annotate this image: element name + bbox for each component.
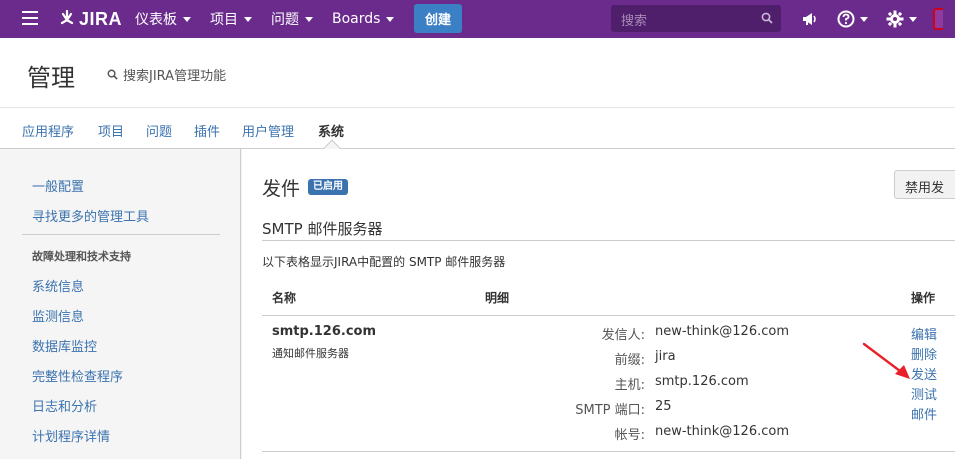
detail-value-port: 25 (655, 399, 672, 414)
detail-value-host: smtp.126.com (655, 374, 749, 389)
menu-boards[interactable]: Boards (332, 0, 395, 38)
search-icon (107, 69, 118, 80)
detail-label-prefix: 前缀: (614, 353, 645, 368)
disable-outgoing-mail-button[interactable]: 禁用发 (894, 170, 955, 199)
settings-menu-button[interactable] (886, 9, 917, 29)
jira-logo-icon (60, 10, 74, 25)
detail-label-host: 主机: (614, 378, 645, 393)
sidebar-item-integrity-checker[interactable]: 完整性检查程序 (32, 366, 123, 385)
tab-projects[interactable]: 项目 (98, 121, 124, 140)
admin-search-label: 搜索JIRA管理功能 (123, 69, 227, 84)
menu-projects[interactable]: 项目 (210, 0, 252, 38)
sidebar-item-system-info[interactable]: 系统信息 (32, 276, 84, 295)
megaphone-icon (803, 13, 816, 25)
chevron-down-icon (860, 16, 868, 22)
table-header: 名称 明细 操作 (262, 280, 955, 316)
detail-value-prefix: jira (655, 349, 676, 364)
detail-label-port: SMTP 端口: (575, 403, 645, 418)
sidebar-item-database-monitoring[interactable]: 数据库监控 (32, 336, 97, 355)
status-badge: 已启用 (308, 179, 348, 195)
logo-text: JIRA (79, 8, 123, 29)
sidebar-item-find-more-admin-tools[interactable]: 寻找更多的管理工具 (32, 206, 149, 225)
menu-label: 仪表板 (135, 12, 177, 28)
jira-logo[interactable]: JIRA (58, 8, 122, 30)
menu-icon[interactable] (22, 11, 38, 25)
annotation-arrow-icon (862, 342, 910, 379)
server-description: 通知邮件服务器 (272, 347, 349, 360)
main-content: 发件 已启用 禁用发 SMTP 邮件服务器 以下表格显示JIRA中配置的 SMT… (242, 149, 955, 459)
create-button[interactable]: 创建 (414, 4, 462, 33)
chevron-down-icon (386, 16, 395, 22)
menu-label: Boards (332, 11, 381, 27)
user-avatar[interactable] (933, 8, 943, 30)
tab-user-management[interactable]: 用户管理 (242, 121, 294, 140)
gear-icon (886, 10, 904, 28)
tab-applications[interactable]: 应用程序 (22, 121, 74, 140)
feedback-button[interactable] (801, 9, 819, 29)
sidebar-item-instrumentation[interactable]: 监测信息 (32, 306, 84, 325)
admin-search-link[interactable]: 搜索JIRA管理功能 (107, 65, 226, 84)
chevron-down-icon (244, 16, 252, 22)
menu-label: 问题 (271, 12, 299, 28)
detail-value-username: new-think@126.com (655, 424, 789, 439)
tab-issues[interactable]: 问题 (146, 121, 172, 140)
detail-label-from: 发信人: (601, 328, 645, 343)
detail-label-username: 帐号: (614, 428, 645, 443)
tab-system[interactable]: 系统 (318, 121, 344, 140)
send-test-email-link-line3[interactable]: 邮件 (911, 404, 937, 423)
top-navigation-bar: JIRA 仪表板 项目 问题 Boards 创建 搜索 (0, 0, 955, 38)
search-icon (761, 12, 773, 24)
admin-header: 管理 搜索JIRA管理功能 (0, 38, 955, 108)
column-header-actions: 操作 (911, 291, 936, 305)
server-name: smtp.126.com (272, 324, 376, 339)
detail-value-from: new-think@126.com (655, 324, 789, 339)
column-header-details: 明细 (485, 291, 510, 305)
help-menu-button[interactable] (837, 9, 868, 29)
section-divider (262, 240, 955, 241)
page-title: 管理 (27, 64, 75, 92)
chevron-down-icon (305, 16, 313, 22)
search-placeholder: 搜索 (621, 14, 648, 29)
table-row: smtp.126.com 通知邮件服务器 发信人: new-think@126.… (262, 317, 955, 452)
outgoing-mail-title: 发件 (262, 178, 301, 200)
section-title: SMTP 邮件服务器 (262, 220, 383, 238)
sidebar-item-general-configuration[interactable]: 一般配置 (32, 176, 84, 195)
menu-issues[interactable]: 问题 (271, 0, 313, 38)
section-description: 以下表格显示JIRA中配置的 SMTP 邮件服务器 (262, 255, 506, 269)
chevron-down-icon (909, 16, 917, 22)
sidebar-item-logging-profiling[interactable]: 日志和分析 (32, 396, 97, 415)
menu-dashboards[interactable]: 仪表板 (135, 0, 191, 38)
admin-tabs: 应用程序 项目 问题 插件 用户管理 系统 (0, 109, 955, 157)
sidebar-item-scheduler-details[interactable]: 计划程序详情 (32, 426, 110, 445)
menu-label: 项目 (210, 12, 238, 28)
admin-sidebar: 一般配置 寻找更多的管理工具 故障处理和技术支持 系统信息 监测信息 数据库监控… (0, 149, 241, 459)
help-icon (837, 10, 855, 28)
tab-add-ons[interactable]: 插件 (194, 121, 220, 140)
chevron-down-icon (183, 16, 191, 22)
search-input[interactable]: 搜索 (611, 5, 781, 32)
send-test-email-link-line2[interactable]: 测试 (911, 384, 937, 403)
column-header-name: 名称 (272, 291, 297, 305)
sidebar-divider (22, 234, 220, 235)
sidebar-heading-troubleshooting: 故障处理和技术支持 (32, 250, 131, 263)
